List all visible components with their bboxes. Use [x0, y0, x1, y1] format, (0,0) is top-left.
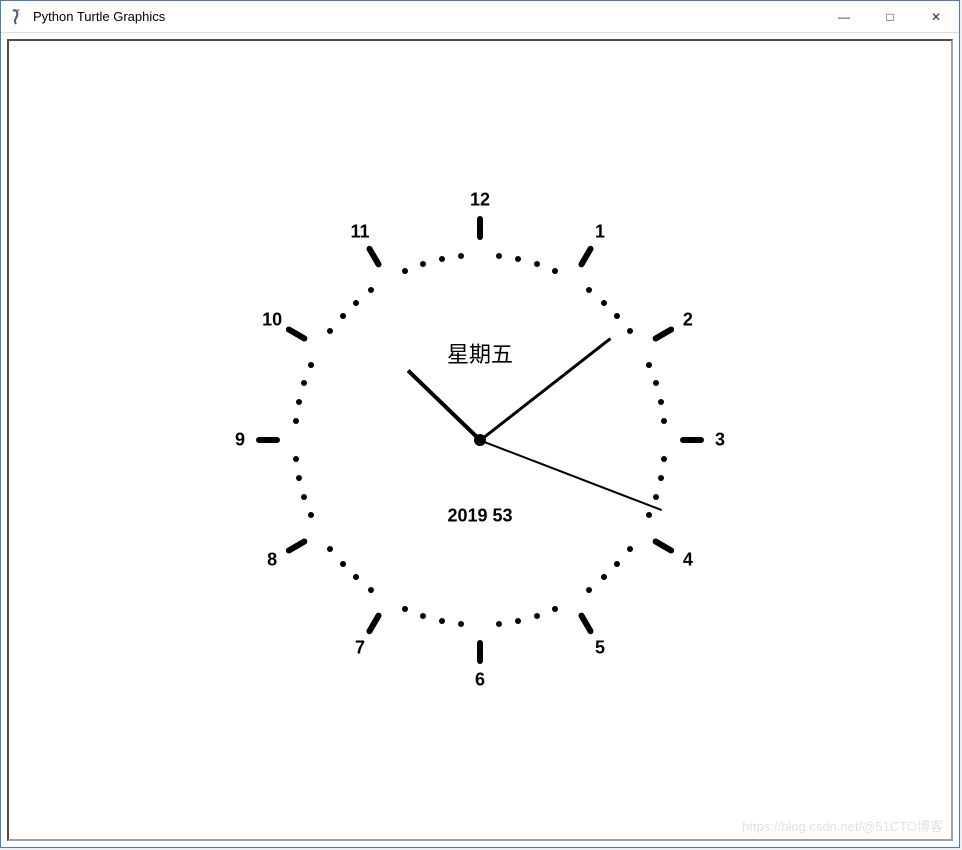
- hour-number: 10: [262, 310, 282, 331]
- hour-number: 12: [470, 190, 490, 211]
- clock: 121234567891011 星期五 2019 53: [250, 210, 710, 670]
- hour-number: 9: [235, 430, 245, 451]
- minute-dot: [661, 456, 667, 462]
- minute-dot: [296, 475, 302, 481]
- minute-dot: [534, 613, 540, 619]
- hour-tick: [577, 612, 594, 636]
- window-controls: — □ ✕: [821, 1, 959, 32]
- hour-tick: [680, 437, 704, 443]
- watermark: https://blog.csdn.net/@51CTO博客: [742, 816, 943, 835]
- minute-dot: [327, 546, 333, 552]
- hour-tick: [284, 537, 308, 554]
- hour-number: 3: [715, 430, 725, 451]
- close-button[interactable]: ✕: [913, 1, 959, 32]
- minute-dot: [402, 606, 408, 612]
- center-hub: [474, 434, 486, 446]
- minute-dot: [627, 328, 633, 334]
- canvas-frame: 121234567891011 星期五 2019 53 https://blog…: [7, 39, 953, 841]
- minute-dot: [653, 380, 659, 386]
- window-title: Python Turtle Graphics: [33, 9, 821, 24]
- hour-tick: [652, 537, 676, 554]
- titlebar[interactable]: Python Turtle Graphics — □ ✕: [1, 1, 959, 33]
- minute-dot: [308, 512, 314, 518]
- minimize-button[interactable]: —: [821, 1, 867, 32]
- minute-dot: [586, 587, 592, 593]
- minute-dot: [658, 475, 664, 481]
- minute-dot: [601, 574, 607, 580]
- hour-tick: [477, 640, 483, 664]
- minute-dot: [586, 287, 592, 293]
- hour-number: 5: [595, 637, 605, 658]
- minute-dot: [614, 313, 620, 319]
- minute-dot: [301, 380, 307, 386]
- minute-dot: [301, 494, 307, 500]
- minute-dot: [496, 621, 502, 627]
- maximize-button[interactable]: □: [867, 1, 913, 32]
- minute-dot: [534, 261, 540, 267]
- minute-dot: [368, 287, 374, 293]
- hour-number: 7: [355, 637, 365, 658]
- turtle-canvas: 121234567891011 星期五 2019 53 https://blog…: [9, 41, 951, 839]
- minute-dot: [646, 362, 652, 368]
- minute-dot: [515, 256, 521, 262]
- minute-dot: [515, 618, 521, 624]
- minute-dot: [353, 574, 359, 580]
- minute-dot: [458, 253, 464, 259]
- date-label: 2019 53: [447, 505, 512, 526]
- hour-tick: [477, 216, 483, 240]
- minute-dot: [340, 561, 346, 567]
- minute-dot: [293, 456, 299, 462]
- minute-dot: [552, 606, 558, 612]
- minute-dot: [327, 328, 333, 334]
- hour-tick: [652, 325, 676, 342]
- minute-dot: [420, 613, 426, 619]
- minute-dot: [353, 300, 359, 306]
- minute-dot: [653, 494, 659, 500]
- app-window: Python Turtle Graphics — □ ✕ 12123456789…: [0, 0, 960, 848]
- hour-number: 8: [267, 550, 277, 571]
- hour-number: 11: [350, 222, 369, 243]
- hour-tick: [577, 244, 594, 268]
- minute-dot: [368, 587, 374, 593]
- minute-dot: [420, 261, 426, 267]
- hour-tick: [256, 437, 280, 443]
- app-icon: [9, 9, 25, 25]
- minute-dot: [458, 621, 464, 627]
- minute-dot: [340, 313, 346, 319]
- minute-dot: [658, 399, 664, 405]
- weekday-label: 星期五: [447, 337, 513, 369]
- hour-number: 2: [683, 310, 693, 331]
- hour-tick: [284, 325, 308, 342]
- hour-tick: [365, 612, 382, 636]
- minute-dot: [601, 300, 607, 306]
- hour-number: 6: [475, 670, 485, 691]
- hour-tick: [365, 244, 382, 268]
- minute-dot: [402, 268, 408, 274]
- minute-dot: [646, 512, 652, 518]
- minute-dot: [661, 418, 667, 424]
- minute-dot: [308, 362, 314, 368]
- minute-dot: [293, 418, 299, 424]
- hour-number: 1: [595, 222, 605, 243]
- minute-dot: [627, 546, 633, 552]
- minute-dot: [614, 561, 620, 567]
- minute-dot: [439, 618, 445, 624]
- minute-dot: [296, 399, 302, 405]
- hour-number: 4: [683, 550, 693, 571]
- minute-dot: [496, 253, 502, 259]
- minute-dot: [552, 268, 558, 274]
- minute-dot: [439, 256, 445, 262]
